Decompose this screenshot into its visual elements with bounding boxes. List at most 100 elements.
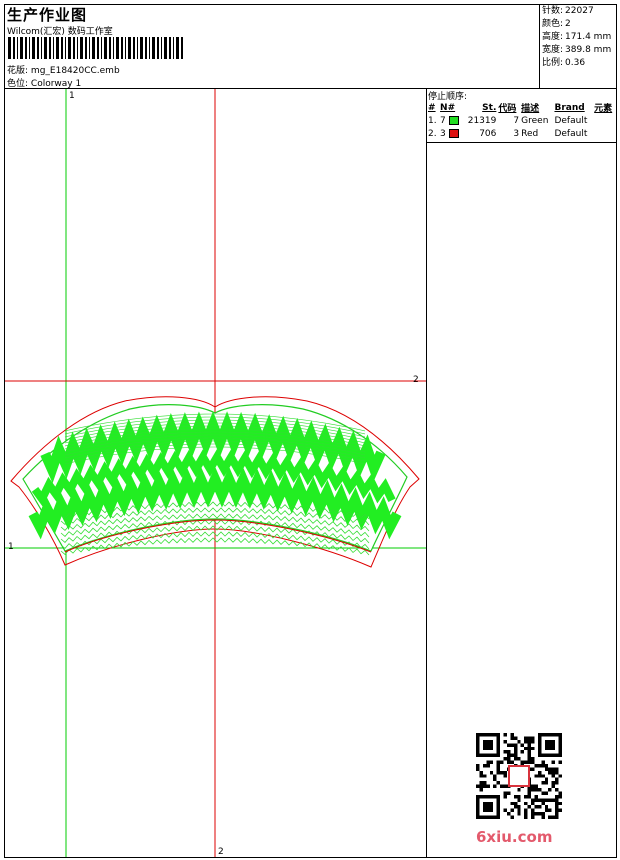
qr-module <box>517 794 521 799</box>
col-brand: Brand <box>554 102 585 113</box>
axis-label-v1: 1 <box>69 91 75 101</box>
company-name: Wilcom(汇宏) 数码工作室 <box>7 27 113 37</box>
qr-module <box>524 812 528 816</box>
stat-value: 22027 <box>565 6 594 16</box>
qr-module <box>548 798 552 802</box>
qr-module <box>527 750 532 754</box>
barcode-bar <box>73 37 75 59</box>
barcode-bar <box>80 37 83 59</box>
qr-module <box>513 801 518 806</box>
qr-module <box>527 805 532 809</box>
barcode-bar <box>53 37 54 59</box>
qr-module <box>534 805 538 809</box>
barcode-bar <box>13 37 15 59</box>
row-stitches: 706 <box>479 128 497 139</box>
qr-module <box>555 798 559 802</box>
qr-module <box>476 784 480 789</box>
qr-module <box>537 770 542 775</box>
stat-colors: 颜色: 2 <box>542 18 616 31</box>
qr-module <box>520 760 525 764</box>
qr-module <box>513 750 518 754</box>
table-row: 1. 7 21319 7 Green Default <box>427 114 616 127</box>
qr-module <box>544 777 549 782</box>
seal-stamp <box>508 765 530 787</box>
qr-module <box>551 784 556 789</box>
qr-module <box>517 739 521 744</box>
qr-module <box>503 784 507 789</box>
qr-module <box>510 733 514 737</box>
qr-module <box>503 750 507 754</box>
row-desc: Green <box>521 115 549 126</box>
qr-module <box>482 781 487 785</box>
row-desc: Red <box>521 128 539 139</box>
qr-module <box>541 763 545 768</box>
qr-module <box>534 798 538 802</box>
qr-module <box>524 808 528 813</box>
qr-module <box>524 736 528 740</box>
col-desc: 描述 <box>521 104 540 114</box>
qr-module <box>503 794 507 799</box>
axis-label-v2: 2 <box>218 847 224 857</box>
qr-module <box>534 788 538 792</box>
table-header: # N# St. 代码 描述 Brand 元素 <box>427 101 616 115</box>
qr-module <box>558 774 562 778</box>
stat-label: 比例: <box>542 58 564 68</box>
barcode-bar <box>29 37 30 59</box>
qr-module <box>531 801 535 806</box>
qr-module <box>527 739 532 744</box>
qr-module <box>517 788 521 792</box>
qr-module <box>551 770 556 775</box>
qr-module <box>534 812 538 816</box>
row-brand: Default <box>554 115 588 126</box>
qr-module <box>510 808 514 813</box>
qr-module <box>544 808 549 813</box>
qr-module <box>479 788 483 792</box>
qr-module <box>541 774 545 778</box>
qr-module <box>506 750 511 754</box>
qr-module <box>541 791 545 795</box>
barcode-bar <box>56 37 59 59</box>
barcode-bar <box>181 37 183 59</box>
qr-module <box>531 736 535 740</box>
qr-module <box>558 760 562 764</box>
barcode-bar <box>97 37 99 59</box>
stat-value: 389.8 mm <box>565 45 612 55</box>
row-needle: 7 <box>439 114 462 127</box>
qr-module <box>558 794 562 799</box>
qr-module <box>551 781 556 785</box>
qr-module <box>531 808 535 813</box>
design-stats: 针数: 22027 颜色: 2 高度: 171.4 mm 宽度: 389.8 mm 比例… <box>542 5 616 70</box>
qr-module <box>534 794 538 799</box>
stat-label: 高度: <box>542 32 564 42</box>
stat-label: 颜色: <box>542 19 564 29</box>
barcode-bar <box>113 37 114 59</box>
qr-module <box>531 739 535 744</box>
col-code: 代码 <box>498 104 517 114</box>
qr-module <box>486 763 490 768</box>
qr-module <box>510 736 514 740</box>
qr-module <box>537 812 542 816</box>
qr-module <box>524 815 528 819</box>
stat-stitches: 针数: 22027 <box>542 5 616 18</box>
qr-module <box>544 798 549 802</box>
barcode-bar <box>61 37 63 59</box>
barcode-bar <box>101 37 102 59</box>
qr-module <box>513 794 518 799</box>
qr-module <box>496 767 501 771</box>
col-index: # <box>428 102 436 113</box>
barcode-bar <box>137 37 138 59</box>
qr-module <box>537 763 542 768</box>
qr-module <box>524 794 528 799</box>
qr-module <box>493 777 497 782</box>
stat-height: 高度: 171.4 mm <box>542 31 616 44</box>
qr-module <box>506 812 511 816</box>
design-file-row: 花版: mg_E18420CC.emb <box>7 63 120 76</box>
barcode-bar <box>169 37 171 59</box>
stat-value: 2 <box>565 19 571 29</box>
qr-module <box>489 760 494 764</box>
barcode-bar <box>145 37 147 59</box>
qr-module <box>482 774 487 778</box>
row-stitches: 21319 <box>467 115 497 126</box>
qr-module <box>513 753 518 758</box>
qr-module <box>527 736 532 740</box>
